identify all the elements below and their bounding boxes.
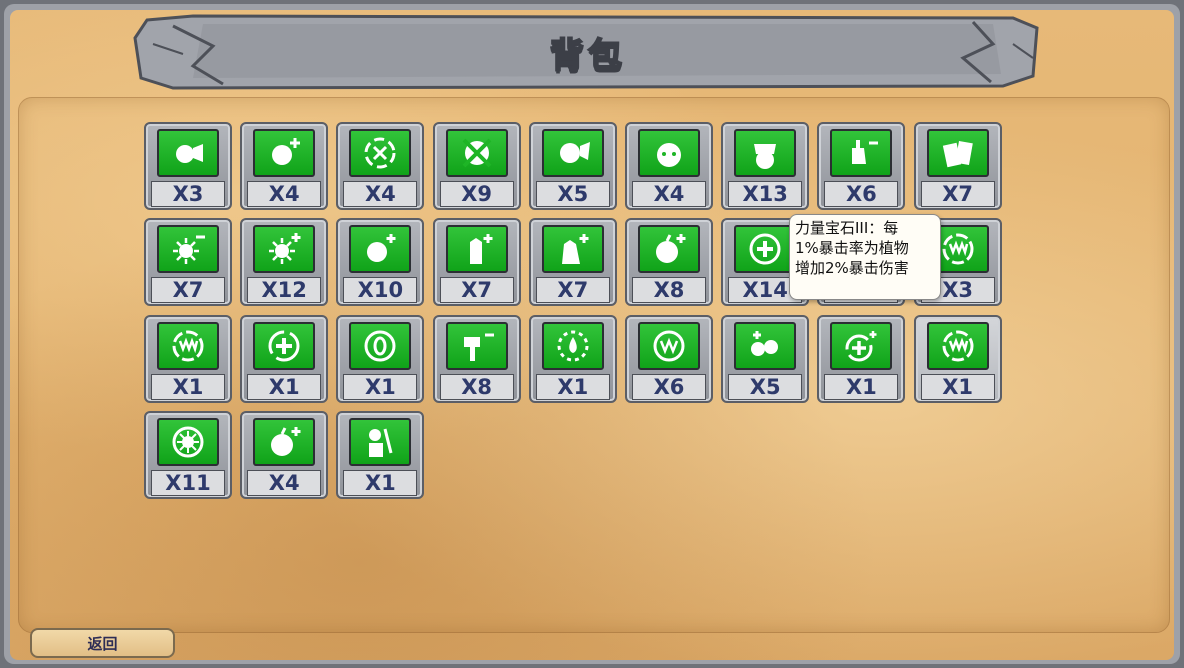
item-count: X7 bbox=[151, 277, 225, 304]
plus-circle-icon bbox=[253, 321, 316, 370]
inventory-item[interactable]: X6 bbox=[817, 122, 906, 210]
item-count: X8 bbox=[439, 373, 514, 400]
item-count: X5 bbox=[535, 181, 610, 207]
zero-circle-icon bbox=[349, 321, 412, 370]
inventory-item[interactable]: X7 bbox=[432, 218, 521, 307]
item-count: X7 bbox=[439, 277, 514, 304]
inventory-item[interactable]: X1 bbox=[817, 314, 906, 403]
inventory-item[interactable]: X1 bbox=[528, 314, 617, 403]
hand-minus-icon bbox=[830, 129, 893, 177]
inventory-item[interactable]: X5 bbox=[528, 122, 617, 210]
droplet-icon bbox=[541, 321, 604, 370]
item-count: X11 bbox=[151, 469, 225, 496]
inventory-item[interactable]: X11 bbox=[144, 410, 232, 499]
inventory-item[interactable]: X1 bbox=[913, 314, 1002, 403]
sun-plus-icon bbox=[253, 225, 316, 274]
item-count: X8 bbox=[632, 277, 706, 304]
seeds-plus-icon bbox=[734, 321, 797, 370]
sun-gear-icon bbox=[157, 417, 219, 466]
inventory-item[interactable]: X6 bbox=[625, 314, 713, 403]
item-count: X1 bbox=[247, 373, 322, 400]
inventory-item[interactable]: X10 bbox=[336, 218, 425, 307]
inventory-item[interactable]: X7 bbox=[528, 218, 617, 307]
apple-plus-icon bbox=[638, 225, 700, 274]
item-count: X1 bbox=[151, 373, 225, 400]
inventory-item[interactable]: X4 bbox=[240, 410, 329, 499]
peashooter-plus-icon bbox=[253, 129, 316, 177]
back-button[interactable]: 返回 bbox=[30, 628, 175, 658]
plant-leaf-icon bbox=[541, 129, 604, 177]
tooltip-line: 力量宝石III：每 bbox=[795, 219, 899, 237]
title-banner: 背包 bbox=[133, 14, 1043, 90]
item-count: X1 bbox=[824, 373, 899, 400]
inventory-item[interactable]: X4 bbox=[336, 122, 425, 210]
chomper-mouth-icon bbox=[926, 321, 989, 370]
item-count: X4 bbox=[343, 181, 418, 207]
zombie-face-icon bbox=[638, 129, 700, 177]
inventory-item[interactable]: X5 bbox=[721, 314, 810, 403]
item-count: X1 bbox=[343, 373, 418, 400]
item-count: X1 bbox=[920, 373, 995, 400]
item-count: X1 bbox=[535, 373, 610, 400]
item-count: X7 bbox=[535, 277, 610, 304]
inventory-item[interactable]: X7 bbox=[144, 218, 232, 307]
crosshair-cycle-icon bbox=[349, 129, 412, 177]
plant-head-icon bbox=[157, 129, 219, 177]
item-count: X13 bbox=[728, 181, 803, 207]
inventory-item[interactable]: X1 bbox=[144, 314, 232, 403]
inventory-item[interactable]: X1 bbox=[336, 314, 425, 403]
inventory-item[interactable]: X1 bbox=[336, 410, 425, 499]
item-count: X6 bbox=[632, 373, 706, 400]
item-count: X4 bbox=[247, 181, 322, 207]
inventory-item[interactable]: X4 bbox=[625, 122, 713, 210]
sun-minus-icon bbox=[157, 225, 219, 274]
page-title: 背包 bbox=[549, 35, 626, 77]
item-count: X3 bbox=[151, 181, 225, 207]
inventory-item[interactable]: X4 bbox=[240, 122, 329, 210]
item-count: X4 bbox=[632, 181, 706, 207]
item-count: X12 bbox=[247, 277, 322, 304]
heal-plus-icon bbox=[830, 321, 893, 370]
inventory-item[interactable]: X7 bbox=[913, 122, 1002, 210]
item-count: X6 bbox=[824, 181, 899, 207]
crossed-target-icon bbox=[445, 129, 508, 177]
item-count: X7 bbox=[920, 181, 995, 207]
hammer-minus-icon bbox=[445, 321, 508, 370]
spiky-plus-icon bbox=[541, 225, 604, 274]
fanged-mouth-icon bbox=[638, 321, 700, 370]
inventory-item[interactable]: X3 bbox=[144, 122, 232, 210]
inventory-item[interactable]: X13 bbox=[721, 122, 810, 210]
inventory-item[interactable]: X12 bbox=[240, 218, 329, 307]
tooltip-line: 1%暴击率为植物 bbox=[795, 239, 909, 257]
inventory-item[interactable]: X9 bbox=[432, 122, 521, 210]
bomb-plus-icon bbox=[349, 225, 412, 274]
item-count: X4 bbox=[247, 469, 322, 496]
tooltip-line: 增加2%暴击伤害 bbox=[795, 259, 909, 277]
item-count: X5 bbox=[728, 373, 803, 400]
chomper-mouth-icon bbox=[157, 321, 219, 370]
item-count: X10 bbox=[343, 277, 418, 304]
item-count: X1 bbox=[343, 469, 418, 496]
item-count: X9 bbox=[439, 181, 514, 207]
inventory-item[interactable]: X8 bbox=[625, 218, 713, 307]
cactus-plus-icon bbox=[445, 225, 508, 274]
inventory-item[interactable]: X8 bbox=[432, 314, 521, 403]
item-tooltip: 力量宝石III：每 1%暴击率为植物 增加2%暴击伤害 bbox=[789, 214, 941, 300]
zombie-shield-icon bbox=[734, 129, 797, 177]
cards-icon bbox=[926, 129, 989, 177]
shovel-pot-icon bbox=[349, 417, 412, 466]
apple-plus-icon bbox=[253, 417, 316, 466]
inventory-item[interactable]: X1 bbox=[240, 314, 329, 403]
heart-cross-icon bbox=[734, 225, 797, 274]
